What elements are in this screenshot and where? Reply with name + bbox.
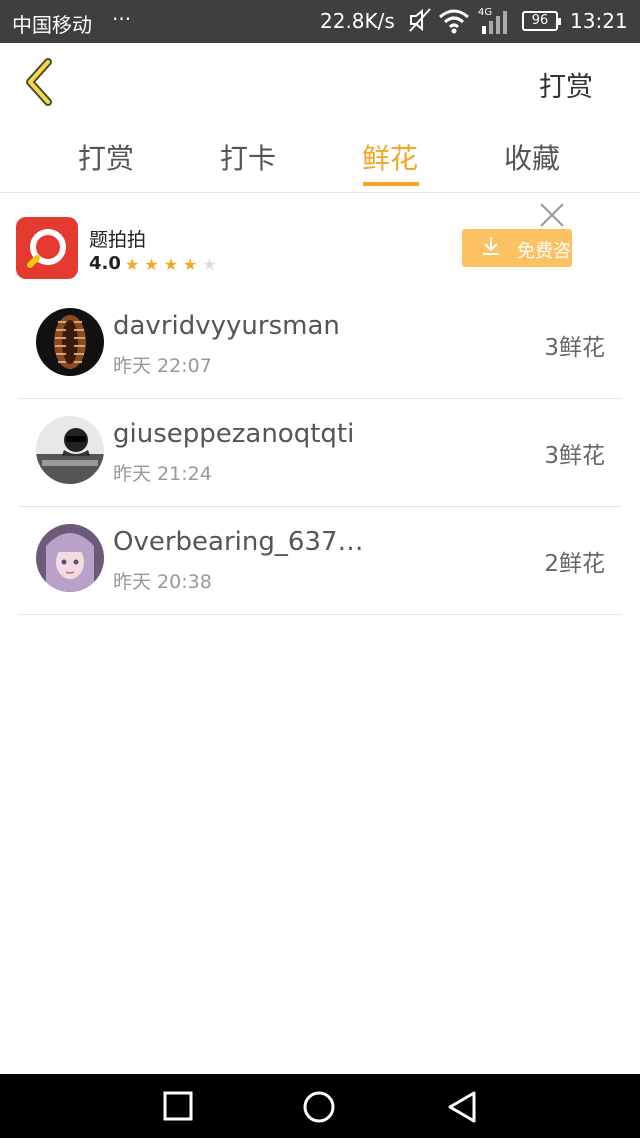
circle-icon — [303, 1091, 335, 1123]
list-item[interactable]: davridvyyursman 昨天 22:07 3鲜花 — [18, 291, 622, 399]
active-tab-indicator — [363, 182, 419, 186]
mute-icon — [408, 7, 432, 38]
square-icon — [163, 1091, 193, 1121]
flower-count: 3鲜花 — [544, 443, 605, 469]
tab-checkin[interactable]: 打卡 — [220, 137, 276, 177]
star-icon: ★ — [144, 255, 164, 274]
tab-bar: 打赏 打卡 鲜花 收藏 — [0, 123, 640, 193]
chevron-left-icon — [26, 58, 52, 106]
app-logo — [16, 217, 78, 279]
user-name: Overbearing_6376… — [113, 527, 373, 557]
back-button[interactable] — [20, 57, 64, 107]
timestamp: 昨天 22:07 — [113, 355, 212, 377]
header-reward-button[interactable]: 打赏 — [539, 65, 593, 104]
triangle-back-icon — [448, 1091, 476, 1123]
user-name: giuseppezanoqtqti — [113, 419, 355, 449]
avatar[interactable] — [36, 308, 104, 376]
ad-banner[interactable]: 题拍拍 4.0 ★★★★★ 免费咨询 — [0, 193, 640, 291]
ad-rating: 4.0 — [89, 253, 121, 274]
system-nav-bar — [0, 1074, 640, 1138]
avatar[interactable] — [36, 524, 104, 592]
ad-button-label: 免费咨询 — [517, 241, 572, 262]
download-icon — [482, 236, 500, 261]
ad-app-name: 题拍拍 — [89, 229, 147, 251]
status-bar: 中国移动 ··· 22.8K/s 4G 96 13:21 — [0, 0, 640, 43]
star-empty-icon: ★ — [202, 255, 222, 274]
list-item[interactable]: Overbearing_6376… 昨天 20:38 2鲜花 — [18, 507, 622, 615]
tab-flowers[interactable]: 鲜花 — [362, 137, 418, 177]
battery-icon: 96 — [522, 11, 561, 31]
star-icon: ★ — [183, 255, 203, 274]
flower-count: 2鲜花 — [544, 551, 605, 577]
flower-list: davridvyyursman 昨天 22:07 3鲜花 giuseppezan… — [18, 291, 622, 615]
close-icon — [540, 203, 564, 227]
list-item[interactable]: giuseppezanoqtqti 昨天 21:24 3鲜花 — [18, 399, 622, 507]
flower-count: 3鲜花 — [544, 335, 605, 361]
clock: 13:21 — [570, 9, 628, 33]
star-icon: ★ — [125, 255, 145, 274]
home-button[interactable] — [302, 1090, 336, 1128]
recent-apps-button[interactable] — [162, 1090, 194, 1126]
user-name: davridvyyursman — [113, 311, 340, 341]
timestamp: 昨天 21:24 — [113, 463, 212, 485]
tab-reward[interactable]: 打赏 — [78, 137, 134, 177]
network-type-label: 4G — [478, 7, 492, 18]
star-icon: ★ — [163, 255, 184, 274]
more-notifications-icon: ··· — [112, 7, 132, 31]
ad-download-button[interactable]: 免费咨询 — [462, 229, 572, 267]
wifi-icon — [438, 8, 470, 39]
rating-stars: ★★★★★ — [125, 255, 222, 274]
header-bar: 打赏 — [0, 43, 640, 123]
timestamp: 昨天 20:38 — [113, 571, 212, 593]
tab-favorites[interactable]: 收藏 — [504, 137, 560, 177]
ad-close-button[interactable] — [538, 201, 566, 229]
back-nav-button[interactable] — [446, 1090, 478, 1128]
signal-icon: 4G — [478, 6, 510, 41]
network-speed: 22.8K/s — [320, 9, 395, 33]
avatar[interactable] — [36, 416, 104, 484]
carrier-label: 中国移动 — [12, 13, 92, 37]
